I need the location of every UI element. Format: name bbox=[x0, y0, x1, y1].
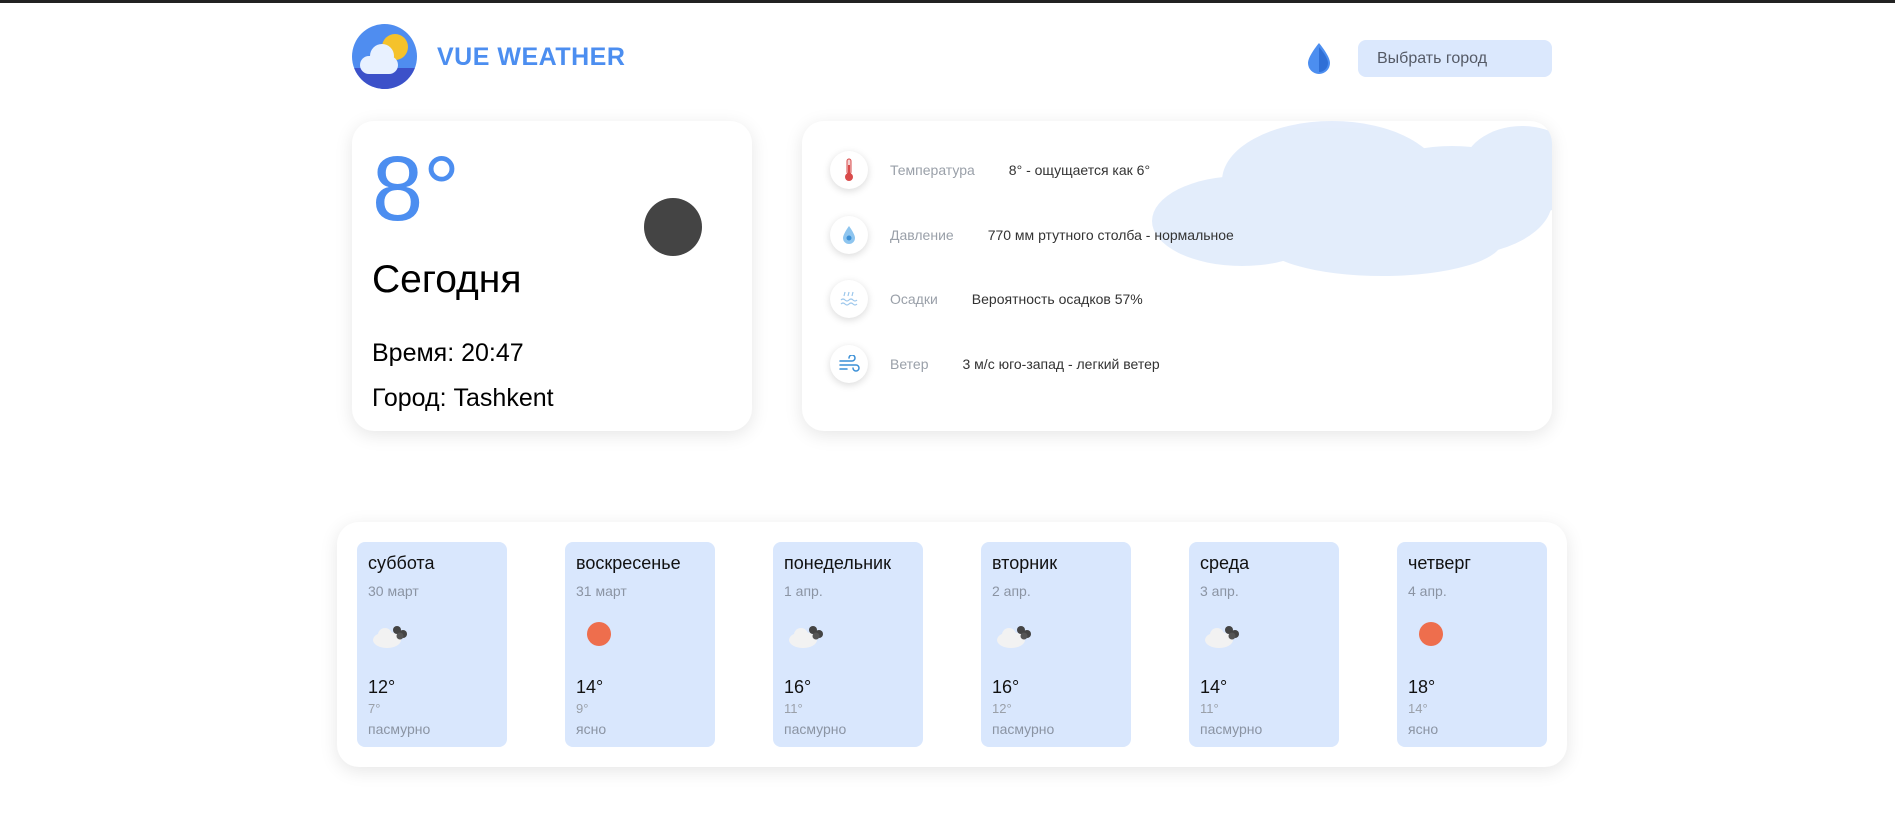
moon-icon bbox=[644, 198, 702, 256]
detail-value: 8° - ощущается как 6° bbox=[1008, 162, 1151, 178]
detail-label: Осадки bbox=[890, 291, 938, 307]
detail-value: 3 м/с юго-запад - легкий ветер bbox=[962, 356, 1160, 372]
detail-temperature: Температура 8° - ощущается как 6° bbox=[830, 150, 1150, 190]
forecast-day-name: суббота bbox=[368, 553, 435, 573]
brand-title: VUE WEATHER bbox=[437, 43, 626, 71]
sun-icon bbox=[1419, 622, 1443, 646]
forecast-day[interactable]: понедельник 1 апр. 16° 11° пасмурно bbox=[773, 542, 923, 747]
drop-icon bbox=[1308, 43, 1330, 74]
forecast-card: суббота 30 март 12° 7° пасмурно воскресе… bbox=[337, 522, 1567, 767]
forecast-low: 11° bbox=[1200, 701, 1219, 716]
pressure-drop-icon bbox=[830, 216, 868, 254]
current-city: Город: Tashkent bbox=[372, 384, 554, 412]
current-time: Время: 20:47 bbox=[372, 339, 524, 367]
cloudy-icon bbox=[789, 626, 823, 648]
forecast-high: 18° bbox=[1408, 677, 1436, 697]
forecast-description: ясно bbox=[1408, 721, 1439, 737]
cloudy-icon bbox=[997, 626, 1031, 648]
precipitation-icon bbox=[830, 280, 868, 318]
detail-value: Вероятность осадков 57% bbox=[971, 291, 1143, 307]
detail-wind: Ветер 3 м/с юго-запад - легкий ветер bbox=[830, 344, 1160, 384]
forecast-day[interactable]: четверг 4 апр. 18° 14° ясно bbox=[1397, 542, 1547, 747]
detail-precipitation: Осадки Вероятность осадков 57% bbox=[830, 279, 1143, 319]
forecast-low: 9° bbox=[576, 701, 589, 716]
forecast-high: 14° bbox=[1200, 677, 1228, 697]
forecast-date: 4 апр. bbox=[1408, 583, 1447, 599]
forecast-high: 16° bbox=[784, 677, 812, 697]
forecast-description: пасмурно bbox=[992, 721, 1055, 737]
forecast-day-name: вторник bbox=[992, 553, 1058, 573]
detail-pressure: Давление 770 мм ртутного столба - нормал… bbox=[830, 215, 1234, 255]
forecast-low: 14° bbox=[1408, 701, 1428, 716]
forecast-date: 30 март bbox=[368, 583, 419, 599]
detail-label: Ветер bbox=[890, 356, 929, 372]
forecast-day[interactable]: вторник 2 апр. 16° 12° пасмурно bbox=[981, 542, 1131, 747]
forecast-day[interactable]: воскресенье 31 март 14° 9° ясно bbox=[565, 542, 715, 747]
forecast-low: 11° bbox=[784, 701, 803, 716]
forecast-day-name: четверг bbox=[1408, 553, 1471, 573]
cloud-background-icon bbox=[1152, 121, 1552, 276]
detail-label: Температура bbox=[890, 162, 975, 178]
theme-toggle-button[interactable] bbox=[1306, 42, 1332, 74]
forecast-date: 31 март bbox=[576, 583, 627, 599]
forecast-low: 12° bbox=[992, 701, 1012, 716]
forecast-high: 14° bbox=[576, 677, 604, 697]
today-label: Сегодня bbox=[372, 258, 522, 301]
forecast-high: 16° bbox=[992, 677, 1020, 697]
detail-value: 770 мм ртутного столба - нормальное bbox=[987, 227, 1234, 243]
details-card: Температура 8° - ощущается как 6° Давлен… bbox=[802, 121, 1552, 431]
forecast-description: пасмурно bbox=[368, 721, 431, 737]
detail-label: Давление bbox=[890, 227, 954, 243]
thermometer-icon bbox=[830, 151, 868, 189]
forecast-day-name: среда bbox=[1200, 553, 1250, 573]
forecast-day-name: воскресенье bbox=[576, 553, 681, 573]
forecast-description: ясно bbox=[576, 721, 607, 737]
forecast-high: 12° bbox=[368, 677, 396, 697]
cloudy-icon bbox=[373, 626, 407, 648]
forecast-description: пасмурно bbox=[1200, 721, 1263, 737]
forecast-date: 1 апр. bbox=[784, 583, 823, 599]
today-card: 8° Сегодня Время: 20:47 Город: Tashkent bbox=[352, 121, 752, 431]
forecast-description: пасмурно bbox=[784, 721, 847, 737]
cloud-sun-logo-icon bbox=[352, 24, 417, 89]
forecast-day[interactable]: среда 3 апр. 14° 11° пасмурно bbox=[1189, 542, 1339, 747]
select-city-button[interactable]: Выбрать город bbox=[1358, 40, 1552, 77]
forecast-date: 3 апр. bbox=[1200, 583, 1239, 599]
wind-icon bbox=[830, 345, 868, 383]
cloudy-icon bbox=[1205, 626, 1239, 648]
current-temperature: 8° bbox=[372, 138, 460, 240]
forecast-day[interactable]: суббота 30 март 12° 7° пасмурно bbox=[357, 542, 507, 747]
forecast-low: 7° bbox=[368, 701, 381, 716]
forecast-date: 2 апр. bbox=[992, 583, 1031, 599]
sun-icon bbox=[587, 622, 611, 646]
forecast-day-name: понедельник bbox=[784, 553, 891, 573]
